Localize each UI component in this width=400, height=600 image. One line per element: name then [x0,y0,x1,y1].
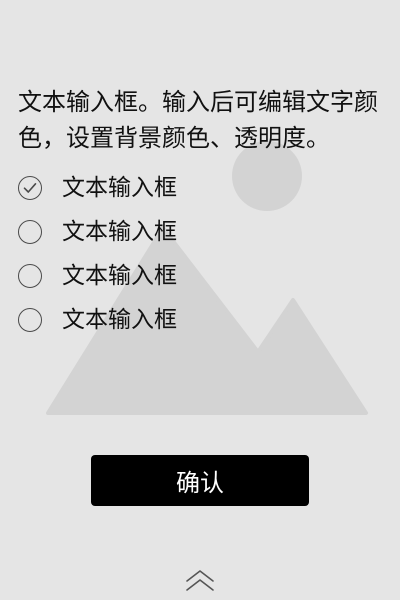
double-chevron-up-icon[interactable] [184,568,216,594]
radio-button[interactable] [18,220,42,244]
option-label: 文本输入框 [62,175,177,201]
radio-button-selected[interactable] [18,176,42,200]
question-text: 文本输入框。输入后可编辑文字颜色，设置背景颜色、透明度。 [18,88,378,152]
option-item-3[interactable]: 文本输入框 [18,254,358,298]
option-item-1[interactable]: 文本输入框 [18,166,358,210]
option-label: 文本输入框 [62,307,177,333]
check-icon [23,183,37,193]
option-item-2[interactable]: 文本输入框 [18,210,358,254]
option-label: 文本输入框 [62,219,177,245]
option-label: 文本输入框 [62,263,177,289]
option-item-4[interactable]: 文本输入框 [18,298,358,342]
options-list: 文本输入框 文本输入框 文本输入框 文本输入框 [18,166,358,342]
confirm-button[interactable]: 确认 [91,455,309,506]
radio-button[interactable] [18,308,42,332]
radio-button[interactable] [18,264,42,288]
